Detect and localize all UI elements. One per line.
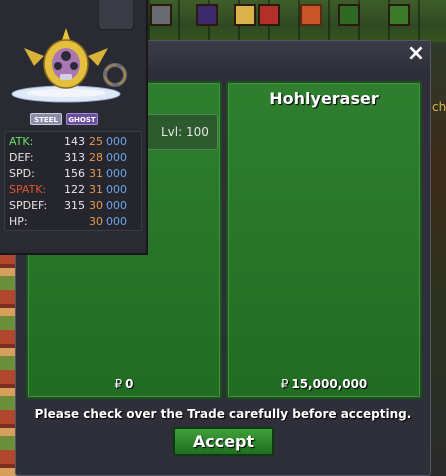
pokedollar-icon: ₽ — [114, 377, 123, 391]
world-side-text: ch — [432, 100, 446, 114]
stat-base: 313 — [64, 151, 85, 164]
stat-iv: 30 — [89, 199, 103, 212]
stat-name: SPATK: — [9, 183, 47, 196]
stat-row-hp: HP: 30 000 — [9, 214, 139, 230]
stat-row-spatk: SPATK: 122 31 000 — [9, 182, 139, 198]
map-tile — [258, 4, 280, 26]
stat-base: 156 — [64, 167, 85, 180]
stat-base: 143 — [64, 135, 85, 148]
stat-iv: 25 — [89, 135, 103, 148]
stat-iv: 31 — [89, 183, 103, 196]
map-tile — [150, 4, 172, 26]
trade-notice: Please check over the Trade carefully be… — [34, 407, 412, 421]
pokemon-stats-tooltip: STEEL GHOST ATK: 143 25 000 DEF: 313 28 … — [0, 0, 148, 255]
type-badge-steel: STEEL — [30, 113, 62, 125]
stat-ev: 000 — [106, 199, 127, 212]
stat-name: HP: — [9, 215, 28, 228]
stat-row-atk: ATK: 143 25 000 — [9, 134, 139, 150]
map-tile — [300, 4, 322, 26]
stat-name: SPDEF: — [9, 199, 48, 212]
partner-money-value: 15,000,000 — [291, 377, 368, 391]
stat-iv: 28 — [89, 151, 103, 164]
accept-button[interactable]: Accept — [173, 427, 274, 456]
stat-ev: 000 — [106, 183, 127, 196]
partner-money-offer: ₽15,000,000 — [228, 377, 420, 391]
stat-row-def: DEF: 313 28 000 — [9, 150, 139, 166]
pokemon-level: Lvl: 100 — [161, 125, 209, 139]
type-badge-ghost: GHOST — [66, 113, 98, 125]
stat-iv: 30 — [89, 215, 103, 228]
map-tile — [234, 4, 256, 26]
stat-iv: 31 — [89, 167, 103, 180]
stat-table: ATK: 143 25 000 DEF: 313 28 000 SPD: 156… — [4, 131, 142, 231]
map-tile — [388, 4, 410, 26]
stat-name: DEF: — [9, 151, 34, 164]
type-badges: STEEL GHOST — [30, 113, 98, 125]
stat-row-spd: SPD: 156 31 000 — [9, 166, 139, 182]
stat-ev: 000 — [106, 151, 127, 164]
stat-ev: 000 — [106, 135, 127, 148]
pokedollar-icon: ₽ — [280, 377, 289, 391]
stat-base: 122 — [64, 183, 85, 196]
ring-item-icon — [103, 63, 127, 87]
my-money-value: 0 — [125, 377, 134, 391]
stat-ev: 000 — [106, 167, 127, 180]
map-tile — [196, 4, 218, 26]
partner-offer-panel[interactable]: Hohlyeraser ₽15,000,000 — [226, 81, 422, 399]
stat-name: SPD: — [9, 167, 35, 180]
trade-partner-name: Hohlyeraser — [269, 89, 379, 108]
stat-row-spdef: SPDEF: 315 30 000 — [9, 198, 139, 214]
stat-base: 315 — [64, 199, 85, 212]
stat-ev: 000 — [106, 215, 127, 228]
close-button[interactable]: × — [405, 43, 427, 65]
map-tile — [338, 4, 360, 26]
stat-name: ATK: — [9, 135, 34, 148]
my-money-offer: ₽0 — [28, 377, 220, 391]
